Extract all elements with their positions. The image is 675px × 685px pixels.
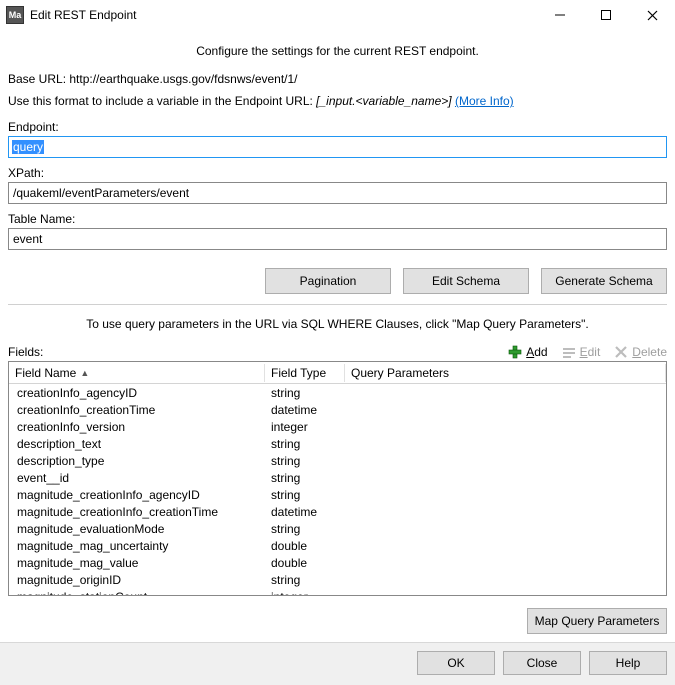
table-name-label: Table Name: [8,212,667,226]
table-row[interactable]: creationInfo_creationTimedatetime [9,401,666,418]
ok-button[interactable]: OK [417,651,495,675]
endpoint-input-value: query [12,140,44,154]
pagination-button[interactable]: Pagination [265,268,391,294]
endpoint-block: Endpoint: query [8,120,667,158]
base-url-row: Base URL: http://earthquake.usgs.gov/fds… [8,72,667,86]
edit-icon [562,345,576,359]
fields-table: Field Name ▲ Field Type Query Parameters… [8,361,667,596]
table-header: Field Name ▲ Field Type Query Parameters [9,362,666,384]
cell-field-name: description_type [9,454,265,468]
edit-field-button: Edit [562,345,601,359]
cell-field-type: integer [265,590,345,596]
cell-field-type: string [265,454,345,468]
cell-field-name: creationInfo_agencyID [9,386,265,400]
cell-field-name: magnitude_stationCount [9,590,265,596]
xpath-block: XPath: [8,166,667,204]
table-row[interactable]: magnitude_evaluationModestring [9,520,666,537]
add-field-button[interactable]: Add [508,345,547,359]
cell-field-name: description_text [9,437,265,451]
map-query-row: Map Query Parameters [8,608,667,634]
dialog-content: Configure the settings for the current R… [0,30,675,642]
close-button[interactable]: Close [503,651,581,675]
schema-button-row: Pagination Edit Schema Generate Schema [8,268,667,294]
table-row[interactable]: magnitude_stationCountinteger [9,588,666,595]
cell-field-type: double [265,556,345,570]
dialog-footer: OK Close Help [0,642,675,685]
cell-field-name: magnitude_creationInfo_agencyID [9,488,265,502]
table-row[interactable]: event__idstring [9,469,666,486]
table-row[interactable]: magnitude_mag_uncertaintydouble [9,537,666,554]
delete-field-button: Delete [614,345,667,359]
table-row[interactable]: description_typestring [9,452,666,469]
table-row[interactable]: magnitude_creationInfo_agencyIDstring [9,486,666,503]
format-hint-row: Use this format to include a variable in… [8,94,667,108]
endpoint-label: Endpoint: [8,120,667,134]
cell-field-name: magnitude_evaluationMode [9,522,265,536]
format-hint-pattern: [_input.<variable_name>] [316,94,451,108]
add-label-rest: dd [534,345,547,359]
intro-text: Configure the settings for the current R… [8,44,667,58]
base-url-label: Base URL: [8,72,66,86]
close-window-button[interactable] [629,0,675,30]
endpoint-input[interactable]: query [8,136,667,158]
generate-schema-button[interactable]: Generate Schema [541,268,667,294]
col-query-params[interactable]: Query Parameters [345,364,666,382]
cell-field-type: integer [265,420,345,434]
col-field-type-label: Field Type [271,366,326,380]
cell-field-name: magnitude_mag_value [9,556,265,570]
xpath-label: XPath: [8,166,667,180]
titlebar: Ma Edit REST Endpoint [0,0,675,30]
minimize-button[interactable] [537,0,583,30]
cell-field-name: magnitude_creationInfo_creationTime [9,505,265,519]
table-row[interactable]: creationInfo_agencyIDstring [9,384,666,401]
cell-field-type: string [265,471,345,485]
col-field-type[interactable]: Field Type [265,364,345,382]
cell-field-name: creationInfo_creationTime [9,403,265,417]
cell-field-type: string [265,522,345,536]
window-title: Edit REST Endpoint [30,8,537,22]
fields-label: Fields: [8,345,494,359]
delete-icon [614,345,628,359]
cell-field-name: magnitude_originID [9,573,265,587]
map-query-parameters-button[interactable]: Map Query Parameters [527,608,667,634]
cell-field-type: datetime [265,403,345,417]
cell-field-type: datetime [265,505,345,519]
fields-toolbar: Fields: Add Edit Delete [8,345,667,359]
table-row[interactable]: magnitude_originIDstring [9,571,666,588]
plus-icon [508,345,522,359]
app-icon: Ma [6,6,24,24]
table-name-block: Table Name: [8,212,667,250]
cell-field-type: double [265,539,345,553]
cell-field-type: string [265,488,345,502]
help-button[interactable]: Help [589,651,667,675]
edit-schema-button[interactable]: Edit Schema [403,268,529,294]
col-query-params-label: Query Parameters [351,366,449,380]
table-row[interactable]: description_textstring [9,435,666,452]
cell-field-type: string [265,386,345,400]
table-row[interactable]: creationInfo_versioninteger [9,418,666,435]
query-note: To use query parameters in the URL via S… [8,317,667,331]
window-controls [537,0,675,30]
dialog-window: Ma Edit REST Endpoint Configure the sett… [0,0,675,685]
more-info-link[interactable]: (More Info) [455,94,514,108]
maximize-button[interactable] [583,0,629,30]
col-field-name[interactable]: Field Name ▲ [9,364,265,382]
table-row[interactable]: magnitude_mag_valuedouble [9,554,666,571]
cell-field-type: string [265,437,345,451]
sort-asc-icon: ▲ [80,368,89,378]
table-body[interactable]: creationInfo_agencyIDstringcreationInfo_… [9,384,666,595]
cell-field-name: magnitude_mag_uncertainty [9,539,265,553]
cell-field-type: string [265,573,345,587]
format-hint-prefix: Use this format to include a variable in… [8,94,313,108]
divider [8,304,667,305]
table-name-input[interactable] [8,228,667,250]
xpath-input[interactable] [8,182,667,204]
base-url-value: http://earthquake.usgs.gov/fdsnws/event/… [69,72,297,86]
cell-field-name: event__id [9,471,265,485]
table-row[interactable]: magnitude_creationInfo_creationTimedatet… [9,503,666,520]
cell-field-name: creationInfo_version [9,420,265,434]
col-field-name-label: Field Name [15,366,76,380]
